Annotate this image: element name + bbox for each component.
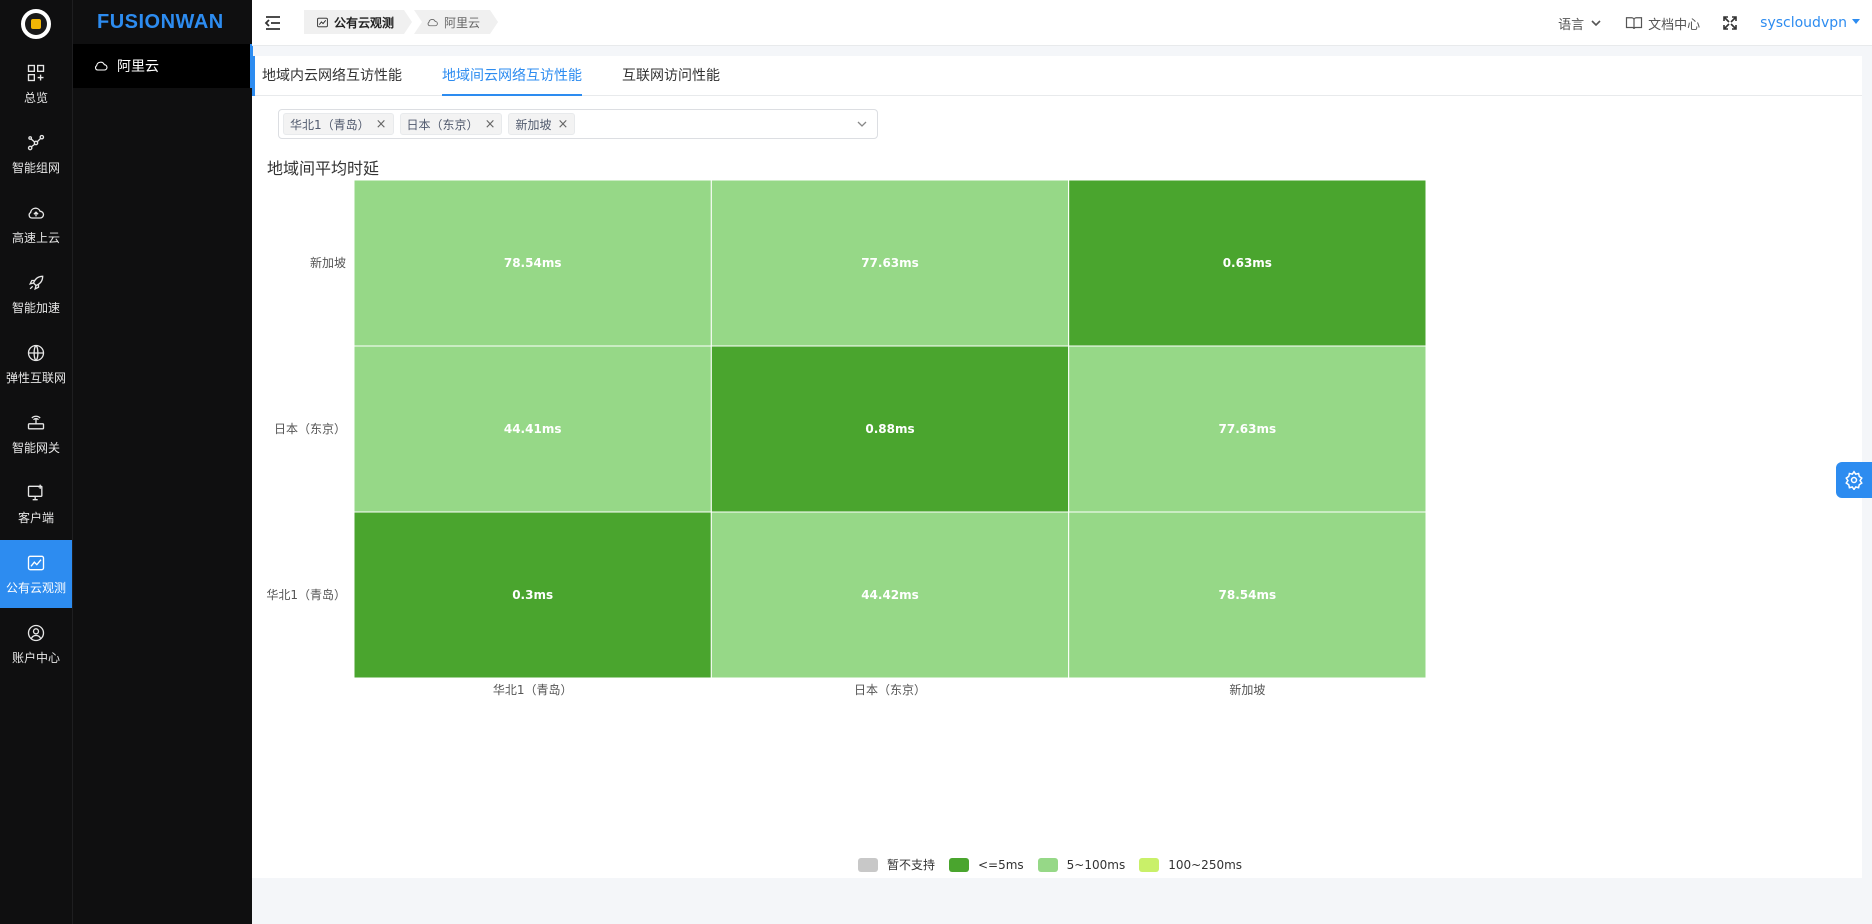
heatmap-cell-label: 44.41ms bbox=[504, 422, 562, 436]
heatmap-cell-label: 0.88ms bbox=[865, 422, 914, 436]
heatmap-cell-label: 0.63ms bbox=[1223, 256, 1272, 270]
x-axis-tick-label: 新加坡 bbox=[1229, 682, 1265, 697]
legend-item[interactable]: <=5ms bbox=[948, 857, 1024, 872]
latency-heatmap: 78.54ms 77.63ms 0.63ms 44.41ms 0.88ms 77.63ms… bbox=[266, 179, 1427, 697]
rail-item-label: 高速上云 bbox=[11, 230, 60, 245]
cloud-icon bbox=[426, 16, 439, 29]
legend-swatch bbox=[1037, 857, 1058, 872]
breadcrumb-item-aliyun[interactable]: 阿里云 bbox=[414, 10, 498, 34]
dashboard-icon bbox=[27, 64, 45, 81]
rail-item-label: 智能网关 bbox=[11, 440, 60, 455]
chevron-down-icon bbox=[1591, 20, 1601, 27]
legend-label: 5~100ms bbox=[1066, 857, 1126, 872]
gear-icon bbox=[1845, 470, 1863, 490]
breadcrumb-label: 阿里云 bbox=[444, 15, 481, 30]
docs-center-link[interactable]: 文档中心 bbox=[1625, 14, 1700, 33]
legend-label: 暂不支持 bbox=[886, 858, 935, 872]
network-icon bbox=[27, 134, 45, 150]
x-axis-tick-label: 华北1（青岛） bbox=[493, 682, 573, 697]
settings-float-button[interactable] bbox=[1836, 462, 1872, 498]
legend-item[interactable]: 暂不支持 bbox=[857, 856, 935, 873]
fullscreen-button[interactable] bbox=[1722, 15, 1738, 31]
breadcrumb: 公有云观测 阿里云 bbox=[304, 10, 500, 34]
legend-swatch bbox=[948, 857, 969, 872]
heatmap-cell-label: 78.54ms bbox=[1219, 588, 1277, 602]
chart-icon bbox=[316, 16, 329, 29]
user-icon bbox=[27, 624, 45, 641]
icon-rail: 总览智能组网高速上云智能加速弹性互联网智能网关客户端公有云观测账户中心 bbox=[0, 0, 72, 924]
rail-item-rocket[interactable]: 智能加速 bbox=[0, 260, 72, 328]
breadcrumb-label: 公有云观测 bbox=[334, 15, 395, 30]
chart-legend: 暂不支持 <=5ms 5~100ms 100~250ms bbox=[252, 856, 1862, 873]
heatmap-cell-label: 78.54ms bbox=[504, 256, 562, 270]
globe-icon bbox=[27, 344, 45, 361]
rail-item-router[interactable]: 智能网关 bbox=[0, 400, 72, 468]
y-axis-tick-label: 新加坡 bbox=[310, 255, 346, 270]
legend-item[interactable]: 100~250ms bbox=[1139, 857, 1243, 872]
chart-icon bbox=[27, 555, 45, 570]
subnav-item-aliyun[interactable]: 阿里云 bbox=[73, 44, 253, 88]
legend-swatch bbox=[857, 857, 878, 872]
legend-swatch bbox=[1139, 857, 1160, 872]
router-icon bbox=[27, 415, 45, 429]
legend-label: 100~250ms bbox=[1168, 857, 1243, 872]
cloud-icon bbox=[95, 61, 108, 71]
heatmap-cell-label: 77.63ms bbox=[861, 256, 919, 270]
collapse-menu-icon[interactable] bbox=[264, 14, 282, 32]
legend-item[interactable]: 5~100ms bbox=[1037, 857, 1126, 872]
rail-item-chart[interactable]: 公有云观测 bbox=[0, 540, 72, 608]
fullscreen-icon bbox=[1723, 16, 1737, 30]
rail-item-label: 公有云观测 bbox=[5, 580, 66, 595]
app-logo-icon[interactable] bbox=[21, 9, 51, 39]
rail-item-user[interactable]: 账户中心 bbox=[0, 610, 72, 678]
breadcrumb-item-observe[interactable]: 公有云观测 bbox=[304, 10, 412, 34]
language-label: 语言 bbox=[1558, 17, 1585, 33]
legend-label: <=5ms bbox=[977, 857, 1024, 872]
book-icon bbox=[1626, 17, 1643, 30]
rail-item-network[interactable]: 智能组网 bbox=[0, 120, 72, 188]
brand-title: FUSIONWAN bbox=[97, 10, 224, 33]
rail-item-label: 弹性互联网 bbox=[5, 370, 66, 385]
heatmap-cell-label: 0.3ms bbox=[512, 588, 553, 602]
heatmap-cell-label: 77.63ms bbox=[1219, 422, 1277, 436]
rail-item-cloud-upload[interactable]: 高速上云 bbox=[0, 190, 72, 258]
top-header: 公有云观测 阿里云 语言 文档中心 syscloudvpn bbox=[252, 0, 1872, 46]
subnav-item-label: 阿里云 bbox=[117, 59, 159, 75]
cloud-upload-icon bbox=[28, 207, 45, 219]
rail-item-globe[interactable]: 弹性互联网 bbox=[0, 330, 72, 398]
rail-item-label: 智能加速 bbox=[11, 300, 60, 315]
monitor-icon bbox=[27, 484, 43, 500]
rail-item-label: 总览 bbox=[23, 90, 48, 105]
rail-item-label: 账户中心 bbox=[11, 650, 60, 665]
user-menu[interactable]: syscloudvpn bbox=[1760, 15, 1860, 31]
main-card: 地域内云网络互访性能 地域间云网络互访性能 互联网访问性能 华北1（青岛） × 日… bbox=[252, 56, 1862, 878]
y-axis-tick-label: 华北1（青岛） bbox=[266, 587, 346, 602]
rocket-icon bbox=[28, 275, 44, 290]
rail-item-dashboard[interactable]: 总览 bbox=[0, 50, 72, 118]
docs-label: 文档中心 bbox=[1648, 17, 1701, 33]
rail-item-monitor[interactable]: 客户端 bbox=[0, 470, 72, 538]
language-dropdown[interactable]: 语言 bbox=[1558, 14, 1603, 33]
y-axis-tick-label: 日本（东京） bbox=[274, 422, 346, 436]
rail-item-label: 智能组网 bbox=[11, 160, 60, 175]
heatmap-cell-label: 44.42ms bbox=[861, 588, 919, 602]
rail-item-label: 客户端 bbox=[17, 510, 54, 525]
secondary-sidebar: FUSIONWAN 阿里云 bbox=[72, 0, 253, 924]
x-axis-tick-label: 日本（东京） bbox=[854, 683, 926, 697]
